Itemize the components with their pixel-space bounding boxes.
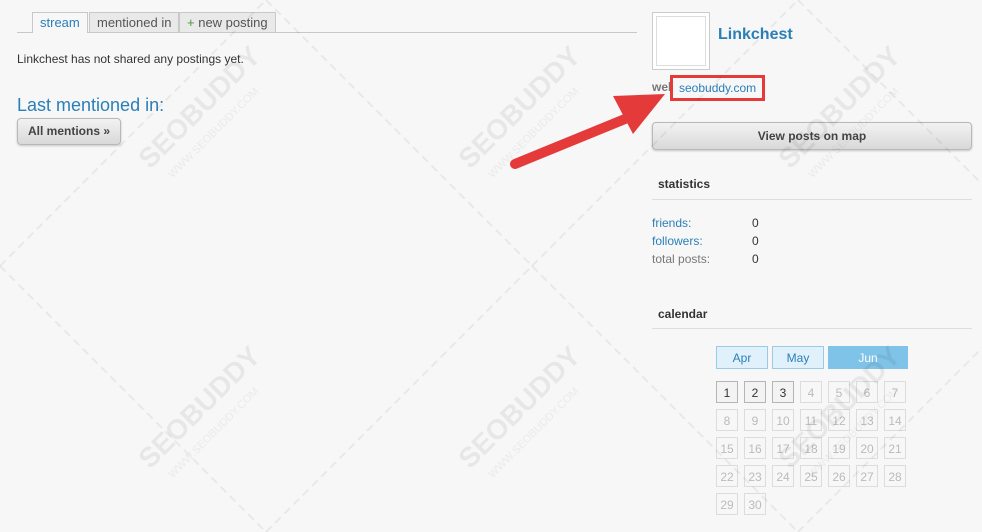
calendar-day: 10 bbox=[772, 409, 794, 431]
watermark-brand: SEOBUDDY bbox=[772, 40, 906, 174]
tab-stream-label: stream bbox=[40, 15, 80, 30]
tab-new-posting[interactable]: + new posting bbox=[179, 12, 276, 32]
calendar-divider bbox=[652, 328, 972, 329]
annotation-arrow-icon bbox=[510, 94, 665, 169]
calendar-month-apr[interactable]: Apr bbox=[716, 346, 768, 369]
calendar-day: 20 bbox=[856, 437, 878, 459]
calendar-day: 6 bbox=[856, 381, 878, 403]
calendar-day: 4 bbox=[800, 381, 822, 403]
followers-count: 0 bbox=[752, 234, 759, 248]
calendar-day: 26 bbox=[828, 465, 850, 487]
calendar-day: 13 bbox=[856, 409, 878, 431]
tab-stream[interactable]: stream bbox=[32, 12, 88, 33]
total-posts-label: total posts: bbox=[652, 252, 711, 266]
calendar-day: 25 bbox=[800, 465, 822, 487]
watermark-brand: SEOBUDDY bbox=[452, 340, 586, 474]
friends-link[interactable]: friends: bbox=[652, 216, 691, 230]
friends-count: 0 bbox=[752, 216, 759, 230]
all-mentions-button[interactable]: All mentions » bbox=[17, 118, 121, 145]
calendar-day: 22 bbox=[716, 465, 738, 487]
calendar-day: 30 bbox=[744, 493, 766, 515]
tab-mentioned-in[interactable]: mentioned in bbox=[89, 12, 180, 32]
calendar-day: 11 bbox=[800, 409, 822, 431]
calendar-day: 8 bbox=[716, 409, 738, 431]
watermark-site: WWW.SEOBUDDY.COM bbox=[166, 85, 261, 180]
watermark-site: WWW.SEOBUDDY.COM bbox=[166, 385, 261, 480]
calendar-day: 24 bbox=[772, 465, 794, 487]
calendar-month-jun[interactable]: Jun bbox=[828, 346, 908, 369]
calendar-day[interactable]: 3 bbox=[772, 381, 794, 403]
website-link[interactable]: seobuddy.com bbox=[670, 75, 766, 101]
calendar-day[interactable]: 2 bbox=[744, 381, 766, 403]
calendar-day: 15 bbox=[716, 437, 738, 459]
calendar-day: 27 bbox=[856, 465, 878, 487]
calendar-day: 14 bbox=[884, 409, 906, 431]
tab-mentioned-in-label: mentioned in bbox=[97, 15, 172, 30]
tab-bar: stream mentioned in + new posting bbox=[17, 12, 637, 33]
calendar-day: 5 bbox=[828, 381, 850, 403]
calendar-day: 7 bbox=[884, 381, 906, 403]
avatar[interactable] bbox=[652, 12, 710, 70]
calendar-day: 21 bbox=[884, 437, 906, 459]
total-posts-count: 0 bbox=[752, 252, 759, 266]
view-posts-on-map-button[interactable]: View posts on map bbox=[652, 122, 972, 150]
calendar-day: 9 bbox=[744, 409, 766, 431]
calendar-day[interactable]: 1 bbox=[716, 381, 738, 403]
calendar-day: 29 bbox=[716, 493, 738, 515]
calendar-month-may[interactable]: May bbox=[772, 346, 824, 369]
watermark-brand: SEOBUDDY bbox=[132, 340, 266, 474]
calendar-day: 28 bbox=[884, 465, 906, 487]
followers-link[interactable]: followers: bbox=[652, 234, 703, 248]
calendar-day: 12 bbox=[828, 409, 850, 431]
statistics-divider bbox=[652, 199, 972, 200]
calendar-day: 18 bbox=[800, 437, 822, 459]
tab-new-posting-label: new posting bbox=[198, 15, 268, 30]
empty-stream-message: Linkchest has not shared any postings ye… bbox=[17, 52, 244, 66]
plus-icon: + bbox=[187, 15, 195, 30]
calendar-heading: calendar bbox=[658, 307, 708, 321]
profile-name-link[interactable]: Linkchest bbox=[718, 26, 793, 44]
calendar-day: 23 bbox=[744, 465, 766, 487]
calendar-day: 16 bbox=[744, 437, 766, 459]
calendar-day: 19 bbox=[828, 437, 850, 459]
watermark-site: WWW.SEOBUDDY.COM bbox=[486, 385, 581, 480]
calendar-day: 17 bbox=[772, 437, 794, 459]
last-mentioned-heading: Last mentioned in: bbox=[17, 95, 165, 115]
